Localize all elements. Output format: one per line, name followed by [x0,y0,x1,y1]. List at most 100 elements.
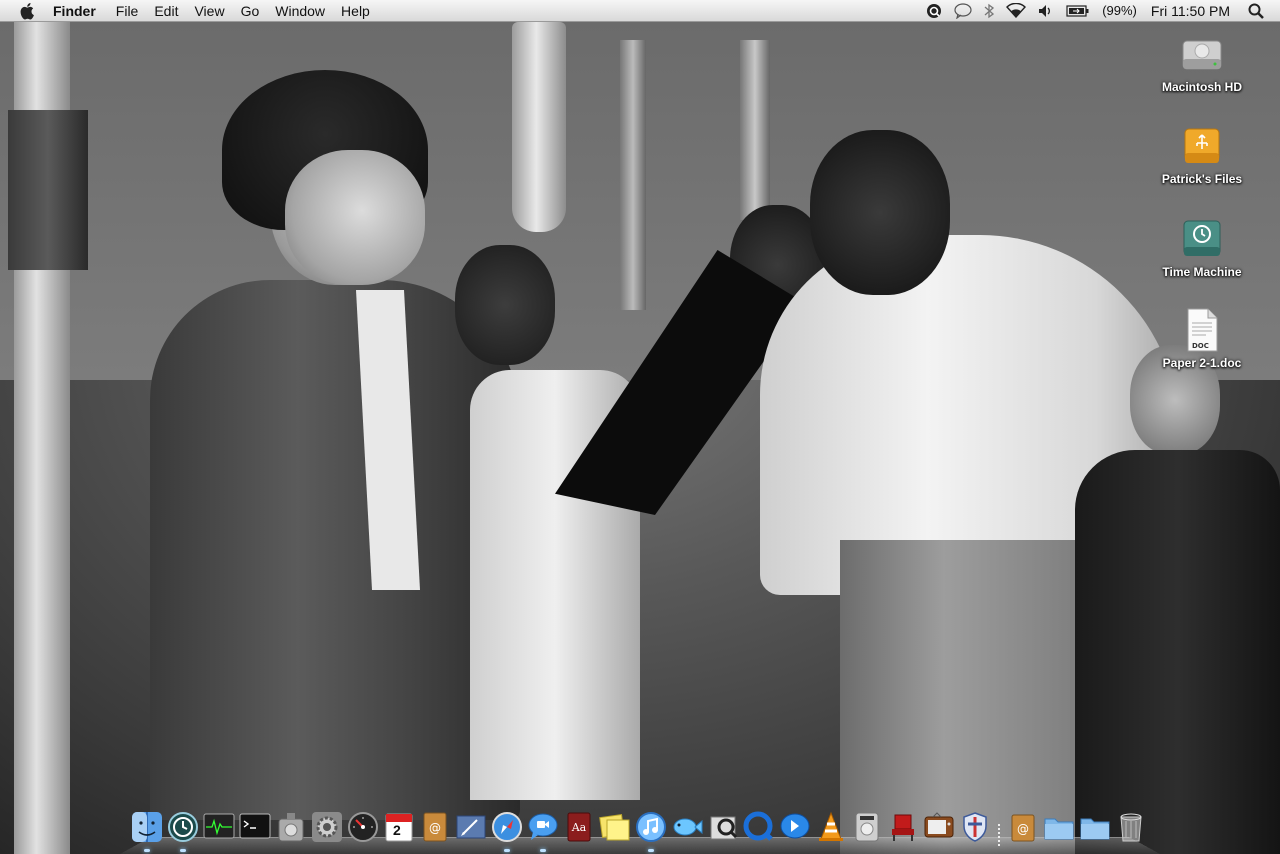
preview-icon [710,816,738,840]
desktop-icon-paper-doc[interactable]: Paper 2-1.doc [1147,306,1257,370]
activity-monitor-icon [203,813,235,839]
hard-drive-icon [1178,30,1226,78]
menu-window[interactable]: Window [267,0,333,22]
desktop-wallpaper [0,0,1280,854]
wallpaper-pole-clamp [8,110,88,270]
bluetooth-icon[interactable] [978,0,1000,22]
front-row-chair-icon [892,814,914,841]
svg-text:@: @ [429,821,441,835]
dock-quicktime[interactable] [742,808,776,846]
dock-dvd-player[interactable] [850,808,884,846]
time-machine-icon [168,812,198,842]
doc-badge: DOC [1192,342,1209,350]
running-indicator [180,849,186,852]
shield-icon [963,812,987,842]
desktop-icon-label: Time Machine [1162,265,1242,279]
dock-safari[interactable] [490,808,524,852]
tv-icon [924,812,954,838]
trash-icon [1120,813,1142,842]
dock-mail[interactable] [454,808,488,846]
dock-address-book[interactable]: @ [418,808,452,846]
dock-downloads-stack[interactable] [1078,808,1112,846]
battery-percent[interactable]: (99%) [1096,3,1143,18]
safari-icon [492,812,522,842]
desktop-icon-label: Patrick's Files [1161,172,1243,186]
dock-ical[interactable]: 2 [382,808,416,846]
wifi-icon[interactable] [1000,0,1032,22]
dock-dashboard[interactable] [346,808,380,846]
fish-icon [673,818,703,836]
desktop-icon-label: Paper 2-1.doc [1162,356,1242,370]
apple-logo-icon[interactable] [19,2,37,20]
chat-bubble-icon[interactable] [948,0,978,22]
running-indicator [144,849,150,852]
dock-ichat[interactable] [526,808,560,852]
finder-icon [132,812,162,842]
spotlight-search-icon[interactable] [1242,0,1270,22]
desktop-icon-macintosh-hd[interactable]: Macintosh HD [1147,30,1257,94]
menu-help[interactable]: Help [333,0,378,22]
running-indicator [504,849,510,852]
terminal-icon [239,813,271,839]
itunes-icon [636,812,666,842]
folder-icon [1044,818,1074,840]
volume-icon[interactable] [1032,0,1060,22]
desktop-icon-time-machine[interactable]: Time Machine [1147,215,1257,279]
dock-trash[interactable] [1114,808,1148,846]
wallpaper-mic-stand [620,40,646,310]
battery-icon[interactable] [1060,0,1096,22]
usb-drive-icon [1178,122,1226,170]
wallpaper-woman-dress [1075,450,1280,854]
dock-preview[interactable] [706,808,740,846]
menu-edit[interactable]: Edit [146,0,186,22]
svg-text:Aa: Aa [571,821,587,834]
dock-stickies[interactable] [598,808,632,846]
dock-applications-stack[interactable] [1042,808,1076,846]
svg-text:@: @ [1017,822,1029,836]
vlc-cone-icon [819,811,843,841]
dock-time-machine[interactable] [166,808,200,852]
ichat-icon [528,813,558,840]
time-machine-drive-icon [1178,215,1226,263]
dock-items: 2 @ Aa @ [130,806,1148,852]
menu-app-finder[interactable]: Finder [53,0,104,22]
menu-view[interactable]: View [186,0,232,22]
desktop-icon-patricks-files[interactable]: Patrick's Files [1147,122,1257,186]
dock-security-app[interactable] [958,808,992,846]
wallpaper-singer-suit [150,280,520,820]
dock-vlc[interactable] [814,808,848,846]
mail-icon [456,815,486,839]
dashboard-icon [348,812,378,842]
running-indicator [540,849,546,852]
dock-quicktime-alt[interactable] [778,808,812,846]
dock-itunes[interactable] [634,808,668,852]
dock-activity-monitor[interactable] [202,808,236,846]
disk-utility-icon [278,813,304,842]
dock-front-row[interactable] [886,808,920,846]
menu-go[interactable]: Go [233,0,268,22]
wallpaper-singer-face-front [285,150,425,285]
dock-terminal[interactable] [238,808,272,846]
menu-clock[interactable]: Fri 11:50 PM [1143,3,1242,19]
quicktime-icon [743,811,773,841]
calendar-date-badge: 2 [393,822,401,838]
address-book-icon: @ [423,812,447,842]
dock-system-preferences[interactable] [310,808,344,846]
address-stack-icon: @ [1011,814,1035,842]
stickies-icon [599,814,630,841]
menu-file[interactable]: File [108,0,147,22]
wallpaper-white-shirt-head [810,130,950,295]
dock: 2 @ Aa @ [110,800,1170,854]
dock-disk-utility[interactable] [274,808,308,846]
dock-fish-app[interactable] [670,808,704,846]
menu-bar: Finder File Edit View Go Window Help (99… [0,0,1280,22]
dictionary-icon: Aa [567,812,591,842]
menu-extras: (99%) Fri 11:50 PM [920,0,1280,22]
dock-dictionary[interactable]: Aa [562,808,596,846]
dock-finder[interactable] [130,808,164,852]
quicktime-alt-icon [780,813,810,839]
desktop-icon-label: Macintosh HD [1161,80,1242,94]
quicksilver-icon[interactable] [920,0,948,22]
dock-eyetv[interactable] [922,808,956,846]
dock-documents-stack[interactable]: @ [1006,808,1040,846]
